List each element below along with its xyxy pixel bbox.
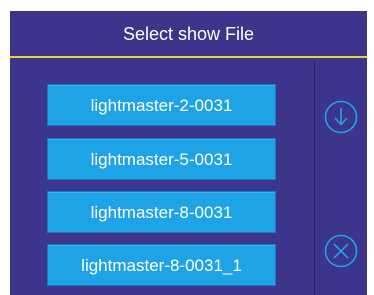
dialog-title: Select show File — [122, 24, 255, 44]
file-item-2[interactable]: lightmaster-5-0031 — [47, 138, 276, 180]
scroll-down-button[interactable] — [324, 100, 358, 134]
cancel-button[interactable] — [324, 234, 358, 268]
file-list: lightmaster-2-0031 lightmaster-5-0031 li… — [10, 61, 315, 295]
file-item-1[interactable]: lightmaster-2-0031 — [47, 84, 276, 126]
file-item-3[interactable]: lightmaster-8-0031 — [47, 191, 276, 233]
side-controls — [315, 61, 367, 295]
title-divider — [10, 56, 367, 58]
file-select-dialog: Select show File lightmaster-2-0031 ligh… — [10, 11, 367, 295]
circle-arrow-down-icon — [324, 100, 358, 134]
circle-x-icon — [324, 234, 358, 268]
file-item-4[interactable]: lightmaster-8-0031_1 — [47, 244, 276, 286]
